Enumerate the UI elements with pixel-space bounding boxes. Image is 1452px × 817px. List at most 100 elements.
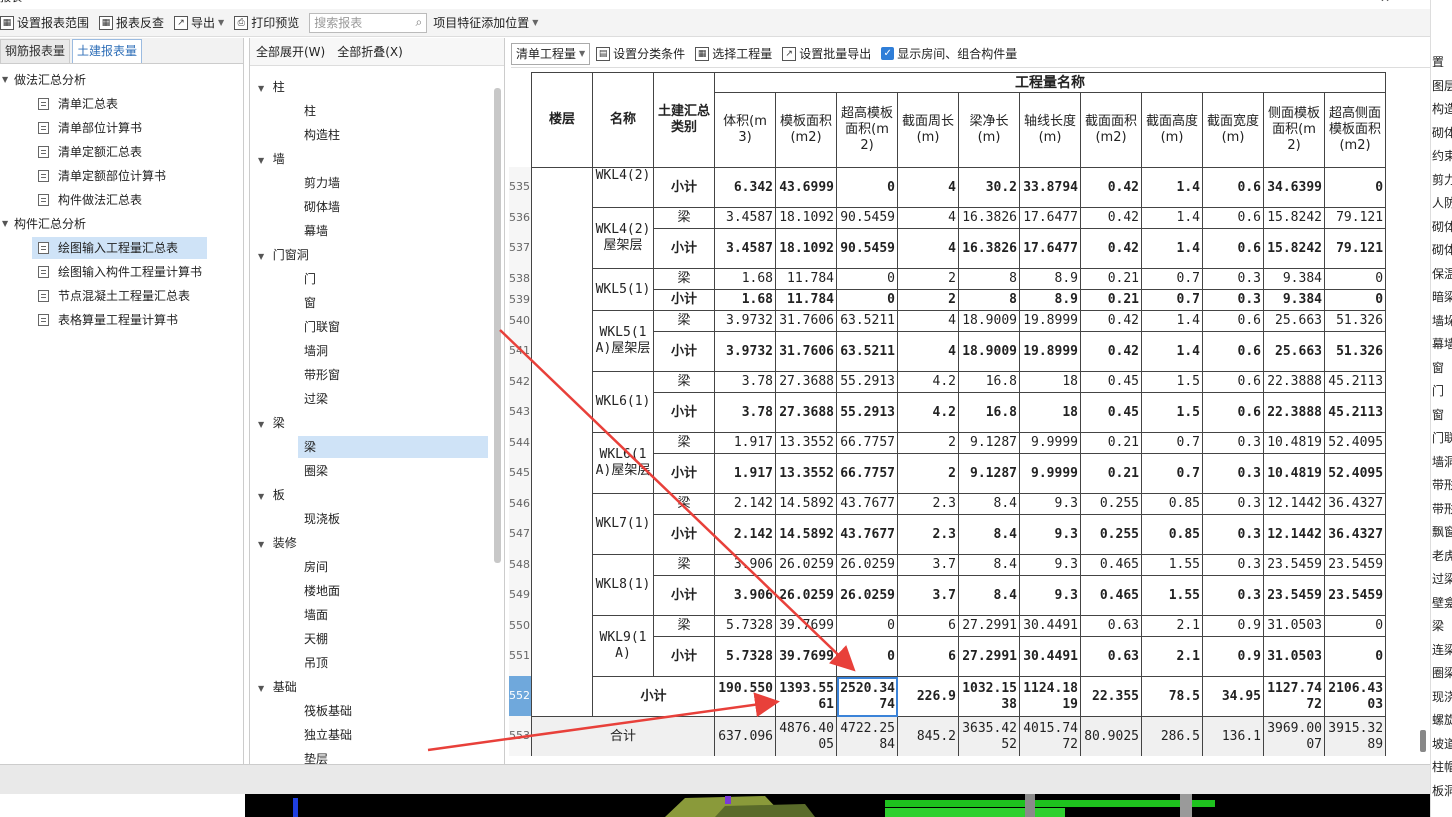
tree-item[interactable]: 独立基础 — [298, 724, 352, 746]
column-header[interactable]: 截面高度(m) — [1141, 92, 1203, 168]
value-cell[interactable]: 31.7606 — [775, 310, 837, 332]
value-cell[interactable]: 0.6 — [1202, 392, 1264, 433]
value-cell[interactable]: 14.5892 — [775, 514, 837, 555]
value-cell[interactable]: 36.4327 — [1323, 514, 1386, 555]
component-type-item[interactable]: 窗 — [1432, 356, 1444, 380]
table-row[interactable]: 小计 1.917 13.3552 66.7757 2 9.1287 9.9999 0.21 0.… — [532, 453, 1386, 494]
value-cell[interactable]: 0.3 — [1202, 289, 1264, 311]
value-cell[interactable]: 1393.5561 — [775, 676, 837, 717]
value-cell[interactable]: 1.55 — [1141, 575, 1203, 616]
value-cell[interactable]: 6 — [897, 636, 959, 677]
value-cell[interactable]: 0.465 — [1080, 554, 1142, 576]
value-cell[interactable]: 3.78 — [714, 392, 776, 433]
tree-item[interactable]: 窗 — [298, 292, 316, 314]
close-icon[interactable]: ✕ — [1380, 0, 1390, 4]
column-header[interactable]: 名称 — [592, 72, 654, 168]
tree-item[interactable]: 楼地面 — [298, 580, 340, 602]
chevron-down-icon[interactable]: ▼ — [2, 213, 14, 235]
table-row[interactable]: WKL7(1) 梁 2.142 14.5892 43.7677 2.3 8.4 9.3 0.25… — [532, 493, 1386, 555]
chevron-down-icon[interactable]: ▼ — [258, 420, 267, 429]
value-cell[interactable]: 16.8 — [958, 392, 1020, 433]
value-cell[interactable]: 39.7699 — [775, 636, 837, 677]
value-cell[interactable]: 0.45 — [1080, 392, 1142, 433]
row-number[interactable]: 553 — [509, 716, 531, 756]
value-cell[interactable]: 2.3 — [897, 514, 959, 555]
column-header[interactable]: 体积(m3) — [714, 92, 776, 168]
value-cell[interactable]: 4 — [897, 331, 959, 372]
chevron-down-icon[interactable]: ▼ — [258, 252, 267, 261]
value-cell[interactable]: 23.5459 — [1323, 554, 1386, 576]
chevron-down-icon[interactable]: ▼ — [258, 156, 267, 165]
value-cell[interactable]: 0.7 — [1141, 453, 1203, 494]
value-cell[interactable]: 45.2113 — [1323, 392, 1386, 433]
value-cell[interactable]: 0 — [836, 615, 898, 637]
value-cell[interactable]: 1.4 — [1141, 331, 1203, 372]
value-cell[interactable]: 12.1442 — [1263, 493, 1325, 515]
value-cell[interactable]: 0.6 — [1202, 228, 1264, 269]
value-cell[interactable]: 43.6999 — [775, 167, 837, 208]
value-cell[interactable]: 3.906 — [714, 575, 776, 616]
component-type-item[interactable]: 连梁 — [1432, 638, 1452, 662]
value-cell[interactable]: 0.3 — [1202, 493, 1264, 515]
value-cell[interactable]: 190.5509 — [714, 676, 776, 717]
value-cell[interactable]: 8.4 — [958, 493, 1020, 515]
value-cell[interactable]: 1.4 — [1141, 310, 1203, 332]
value-cell[interactable]: 33.8794 — [1019, 167, 1081, 208]
tree-item[interactable]: 墙面 — [298, 604, 328, 626]
row-number[interactable]: 551 — [509, 636, 531, 676]
value-cell[interactable]: 4 — [897, 207, 959, 229]
column-header[interactable]: 截面面积(m2) — [1080, 92, 1142, 168]
component-type-item[interactable]: 带形 — [1432, 497, 1452, 521]
set-report-range-button[interactable]: ▦ 设置报表范围 — [0, 12, 89, 34]
component-type-item[interactable]: 墙洞 — [1432, 450, 1452, 474]
value-cell[interactable]: 1.5 — [1141, 371, 1203, 393]
value-cell[interactable]: 9.9999 — [1019, 453, 1081, 494]
table-row[interactable]: 小计 1.68 11.784 0 2 8 8.9 0.21 0.7 0.3 9.384 0 — [532, 289, 1386, 311]
value-cell[interactable]: 8.9 — [1019, 289, 1081, 311]
value-cell[interactable]: 18.1092 — [775, 228, 837, 269]
value-cell[interactable]: 4 — [897, 228, 959, 269]
column-header[interactable]: 土建汇总类别 — [653, 72, 715, 168]
value-cell[interactable]: 3.9732 — [714, 331, 776, 372]
value-cell[interactable]: 4876.4005 — [775, 716, 837, 756]
component-type-item[interactable]: 窗 — [1432, 403, 1444, 427]
value-cell[interactable]: 3.78 — [714, 371, 776, 393]
component-type-item[interactable]: 梁 — [1432, 614, 1444, 638]
value-cell[interactable]: 2 — [897, 289, 959, 311]
value-cell[interactable]: 6 — [897, 615, 959, 637]
tree-item[interactable]: 过梁 — [298, 388, 328, 410]
value-cell[interactable]: 31.0503 — [1263, 636, 1325, 677]
value-cell[interactable]: 0 — [836, 268, 898, 290]
value-cell[interactable]: 0.7 — [1141, 289, 1203, 311]
value-cell[interactable]: 3.4587 — [714, 228, 776, 269]
tree-item[interactable]: 圈梁 — [298, 460, 328, 482]
value-cell[interactable]: 10.4819 — [1263, 432, 1325, 454]
tree-item[interactable]: 构件做法汇总表 — [38, 189, 142, 211]
value-cell[interactable]: 0.6 — [1202, 310, 1264, 332]
component-type-item[interactable]: 坡道 — [1432, 732, 1452, 756]
print-preview-button[interactable]: ⎙ 打印预览 — [234, 12, 299, 34]
value-cell[interactable]: 0.21 — [1080, 453, 1142, 494]
table-row[interactable]: 小计 2.142 14.5892 43.7677 2.3 8.4 9.3 0.255 0.85 0… — [532, 514, 1386, 555]
value-cell[interactable]: 16.3826 — [958, 228, 1020, 269]
component-type-item[interactable]: 幕墙 — [1432, 332, 1452, 356]
value-cell[interactable]: 55.2913 — [836, 392, 898, 433]
tree-item[interactable]: 门 — [298, 268, 316, 290]
value-cell[interactable]: 90.5459 — [836, 207, 898, 229]
tree-group-component-summary[interactable]: ▼ 构件汇总分析 — [2, 213, 86, 235]
value-cell[interactable]: 2.142 — [714, 493, 776, 515]
value-cell[interactable]: 1.4 — [1141, 207, 1203, 229]
value-cell[interactable]: 0.9 — [1202, 615, 1264, 637]
value-cell[interactable]: 1.4 — [1141, 167, 1203, 208]
value-cell[interactable]: 39.7699 — [775, 615, 837, 637]
column-header[interactable]: 梁净长(m) — [958, 92, 1020, 168]
value-cell[interactable]: 79.121 — [1323, 228, 1386, 269]
value-cell[interactable]: 9.1287 — [958, 453, 1020, 494]
value-cell[interactable]: 4015.7472 — [1019, 716, 1081, 756]
value-cell[interactable]: 2 — [897, 268, 959, 290]
value-cell[interactable]: 0.3 — [1202, 554, 1264, 576]
row-number[interactable]: 540 — [509, 310, 531, 331]
value-cell[interactable]: 55.2913 — [836, 371, 898, 393]
value-cell[interactable]: 1.68 — [714, 268, 776, 290]
component-type-item[interactable]: 柱帽 — [1432, 755, 1452, 779]
